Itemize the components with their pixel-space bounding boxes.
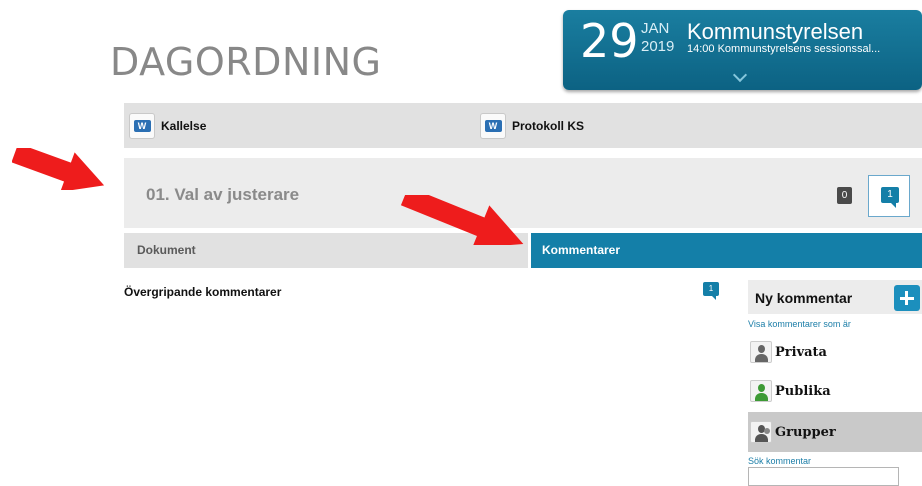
document-link-kallelse[interactable]: W Kallelse xyxy=(129,113,206,139)
search-comment-label: Sök kommentar xyxy=(748,456,812,466)
filter-label: Privata xyxy=(775,344,827,360)
meeting-name: Kommunstyrelsen xyxy=(687,19,864,44)
red-arrow-annotation xyxy=(400,195,524,245)
meeting-day: 29 xyxy=(580,14,639,68)
comment-bubble-icon: 1 xyxy=(881,187,899,208)
meeting-month: JAN xyxy=(641,20,670,37)
agenda-item-title: 01. Val av justerare xyxy=(146,185,300,204)
new-comment-header[interactable]: Ny kommentar xyxy=(748,280,922,314)
red-arrow-annotation xyxy=(12,148,105,190)
filter-label: Grupper xyxy=(775,424,836,440)
filter-groups[interactable]: Grupper xyxy=(748,412,922,452)
search-comment-input[interactable] xyxy=(748,467,899,486)
word-document-icon: W xyxy=(480,113,506,139)
user-gray-icon xyxy=(750,341,772,363)
meeting-banner[interactable]: 29 JAN 2019 Kommunstyrelsen 14:00 Kommun… xyxy=(563,10,922,90)
overall-comments-label: Övergripande kommentarer xyxy=(124,285,282,299)
arrow-shape xyxy=(12,148,105,190)
document-count-badge[interactable]: 0 xyxy=(837,187,852,204)
document-bar: W Kallelse W Protokoll KS xyxy=(124,103,922,148)
show-as-label: Visa kommentarer som är xyxy=(748,319,851,329)
document-link-protokoll[interactable]: W Protokoll KS xyxy=(480,113,584,139)
comment-bubble-icon[interactable]: 1 xyxy=(703,282,719,300)
comment-count-button[interactable]: 1 xyxy=(868,175,910,217)
meeting-detail: 14:00 Kommunstyrelsens sessionssal... xyxy=(687,43,881,55)
page-title: DAGORDNING xyxy=(110,40,382,84)
user-green-icon xyxy=(750,380,772,402)
comment-side-panel: Ny kommentar Visa kommentarer som är Pri… xyxy=(748,280,922,486)
document-label: Kallelse xyxy=(161,119,207,133)
filter-label: Publika xyxy=(775,383,831,399)
word-document-icon: W xyxy=(129,113,155,139)
chevron-down-icon[interactable] xyxy=(732,67,748,83)
tab-comments[interactable]: Kommentarer xyxy=(531,233,922,268)
filter-private[interactable]: Privata xyxy=(748,332,922,372)
arrow-shape xyxy=(400,195,524,245)
meeting-year: 2019 xyxy=(641,38,675,55)
group-icon xyxy=(750,421,772,443)
add-comment-button[interactable] xyxy=(894,285,920,311)
document-label: Protokoll KS xyxy=(512,119,585,133)
filter-public[interactable]: Publika xyxy=(748,371,922,411)
new-comment-label: Ny kommentar xyxy=(755,290,853,306)
